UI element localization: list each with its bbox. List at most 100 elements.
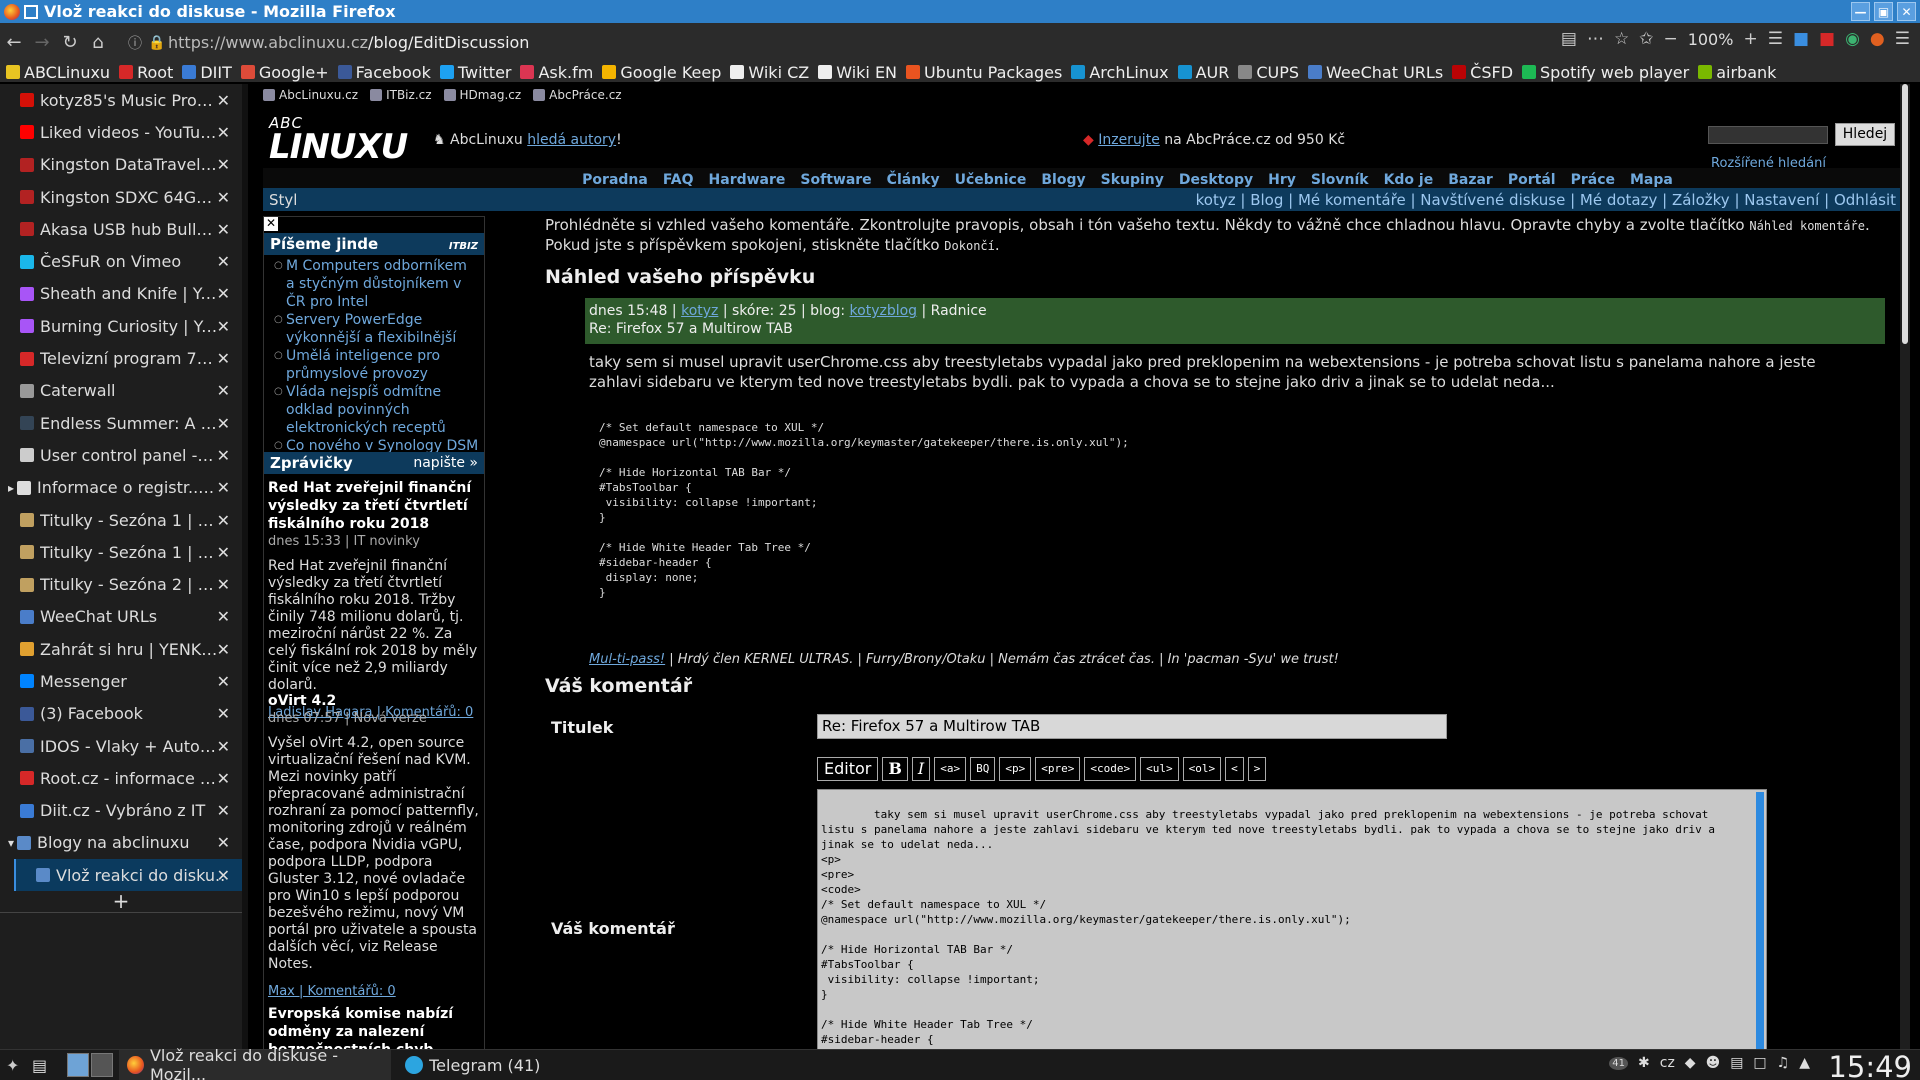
style-link[interactable]: Styl [269,191,297,209]
extension-icon[interactable]: ■ [1793,29,1809,49]
volume-icon[interactable]: ♫ [1777,1055,1790,1071]
sidebar-tab[interactable]: Televizní program 712.. ✕ [0,342,242,374]
extension-2-icon[interactable]: ■ [1819,29,1835,49]
sidebar-tab[interactable]: Informace o registr.. (1)✕ [0,472,242,504]
menu-item[interactable]: Poradna [582,172,648,188]
napiste-link[interactable]: napište » [413,452,478,474]
sidebar-tab[interactable]: Titulky - Sezóna 1 | Th.. ✕ [0,536,242,568]
tab-close-icon[interactable]: ✕ [217,446,230,465]
editor-button[interactable]: <ol> [1182,757,1222,781]
comment-author-link[interactable]: kotyz [681,303,718,319]
news-title[interactable]: oVirt 4.2 [268,692,482,710]
editor-button[interactable]: <ul> [1140,757,1179,781]
portal-tab[interactable]: AbcPráce.cz [533,88,621,102]
pisemejinde-item[interactable]: Servery PowerEdge výkonnější a flexibiln… [274,311,479,347]
sidebar-tab[interactable]: (3) Facebook ✕ [0,698,242,730]
new-tab-button[interactable]: + [0,891,242,914]
menu-item[interactable]: Práce [1571,172,1615,188]
editor-button[interactable]: < [1225,757,1244,781]
menu-item[interactable]: Skupiny [1101,172,1164,188]
bookmark-ubuntu-packages[interactable]: Ubuntu Packages [906,63,1062,82]
sidebar-tab[interactable]: User control panel -- F.. ✕ [0,439,242,471]
reader-icon[interactable]: ▤ [1561,29,1577,49]
news-title[interactable]: Evropská komise nabízí odměny za nalezen… [268,1005,482,1049]
sidebar-tab[interactable]: Endless Summer: A M.. ✕ [0,407,242,439]
comment-textarea[interactable]: taky sem si musel upravit userChrome.css… [817,789,1767,1049]
bookmark-twitter[interactable]: Twitter [439,63,511,82]
bookmark-spotify-web-player[interactable]: Spotify web player [1522,63,1689,82]
desktop-pager[interactable] [67,1053,114,1077]
abclinuxu-logo[interactable]: ABC LINUXU [269,114,408,164]
back-icon[interactable]: ← [0,32,28,53]
page-actions-icon[interactable]: ⋯ [1587,29,1604,49]
menu-item[interactable]: FAQ [663,172,694,188]
bookmark-weechat-urls[interactable]: WeeChat URLs [1308,63,1443,82]
bookmark-ask-fm[interactable]: Ask.fm [520,63,593,82]
sidebar-tab[interactable]: WeeChat URLs ✕ [0,601,242,633]
sidebar-tab[interactable]: Burning Curiosity | Ya.. ✕ [0,310,242,342]
tab-close-icon[interactable]: ✕ [217,188,230,207]
reload-icon[interactable]: ↻ [56,32,84,53]
tab-close-icon[interactable]: ✕ [217,866,230,885]
window-menu-icon[interactable] [24,4,38,19]
bookmark-wiki-cz[interactable]: Wiki CZ [730,63,809,82]
sidebar-tab[interactable]: Vlož reakci do disku.. ✕ [14,859,242,892]
tab-close-icon[interactable]: ✕ [217,575,230,594]
tab-close-icon[interactable]: ✕ [217,220,230,239]
extension-3-icon[interactable]: ◉ [1845,29,1860,49]
menu-item[interactable]: Články [887,172,940,188]
zoom-level[interactable]: 100% [1688,30,1734,49]
tab-close-icon[interactable]: ✕ [217,381,230,400]
pisemejinde-item[interactable]: Umělá inteligence pro průmyslové provozy [274,347,479,383]
users-icon[interactable]: ☻ [1706,1055,1721,1071]
tab-close-icon[interactable]: ✕ [217,478,230,497]
menu-item[interactable]: Hardware [709,172,786,188]
tab-close-icon[interactable]: ✕ [217,284,230,303]
textarea-scrollbar[interactable] [1756,792,1764,1049]
sidebar-tab[interactable]: Blogy na abclinuxu ✕ [0,827,242,859]
news-title[interactable]: Red Hat zveřejnil finanční výsledky za t… [268,479,482,533]
taskbar-firefox[interactable]: Vlož reakci do diskuse - Mozil... [119,1046,392,1080]
bookmark-google-keep[interactable]: Google Keep [602,63,721,82]
menu-item[interactable]: Blogy [1041,172,1085,188]
menu-icon[interactable]: ☰ [1895,29,1910,49]
bookmark-root[interactable]: Root [119,63,173,82]
sidebar-tab[interactable]: Kingston SDXC 64GB .. ✕ [0,181,242,213]
tab-close-icon[interactable]: ✕ [217,833,230,852]
pisemejinde-item[interactable]: M Computers odborníkem a styčným důstojn… [274,257,479,311]
tab-close-icon[interactable]: ✕ [217,607,230,626]
bookmark-airbank[interactable]: airbank [1698,63,1776,82]
telegram-tray-badge[interactable]: 41 [1609,1056,1629,1070]
home-icon[interactable]: ⌂ [84,32,112,53]
network-icon[interactable]: ▤ [1730,1055,1743,1071]
dropbox-icon[interactable]: ◆ [1685,1055,1696,1071]
bookmark-google-[interactable]: Google+ [240,63,329,82]
close-column-icon[interactable]: ✕ [264,217,278,231]
news-footer[interactable]: Max | Komentářů: 0 [268,983,482,1000]
keyboard-layout[interactable]: cz [1660,1055,1675,1071]
bookmark-archlinux[interactable]: ArchLinux [1071,63,1169,82]
signature-link[interactable]: Mul-ti-pass! [589,652,665,667]
menu-item[interactable]: Portál [1508,172,1556,188]
info-icon[interactable]: ⓘ [128,33,148,53]
tab-close-icon[interactable]: ✕ [217,414,230,433]
sidebar-tab[interactable]: Root.cz - informace ne.. ✕ [0,762,242,794]
tab-close-icon[interactable]: ✕ [217,737,230,756]
app-menu-icon[interactable]: ✦ [6,1056,28,1075]
editor-button[interactable]: > [1247,757,1267,781]
editor-button[interactable]: B [882,757,908,781]
sidebar-tab[interactable]: Messenger ✕ [0,665,242,697]
taskbar-telegram[interactable]: Telegram (41) [397,1050,548,1080]
page-scrollbar-thumb[interactable] [1902,84,1908,344]
bookmark--sfd[interactable]: ČSFD [1452,63,1513,82]
comment-blog-link[interactable]: kotyzblog [850,303,918,319]
portal-tab[interactable]: AbcLinuxu.cz [263,88,358,102]
editor-button[interactable]: I [911,757,931,781]
tab-close-icon[interactable]: ✕ [217,349,230,368]
minimize-button[interactable]: — [1851,2,1870,21]
desktop-1[interactable] [67,1053,90,1077]
forward-icon[interactable]: → [28,32,56,53]
sidebar-tab[interactable]: Titulky - Sezóna 1 | St.. ✕ [0,504,242,536]
bookmark-abclinuxu[interactable]: ABCLinuxu [6,63,110,82]
extension-4-icon[interactable]: ● [1870,29,1885,49]
